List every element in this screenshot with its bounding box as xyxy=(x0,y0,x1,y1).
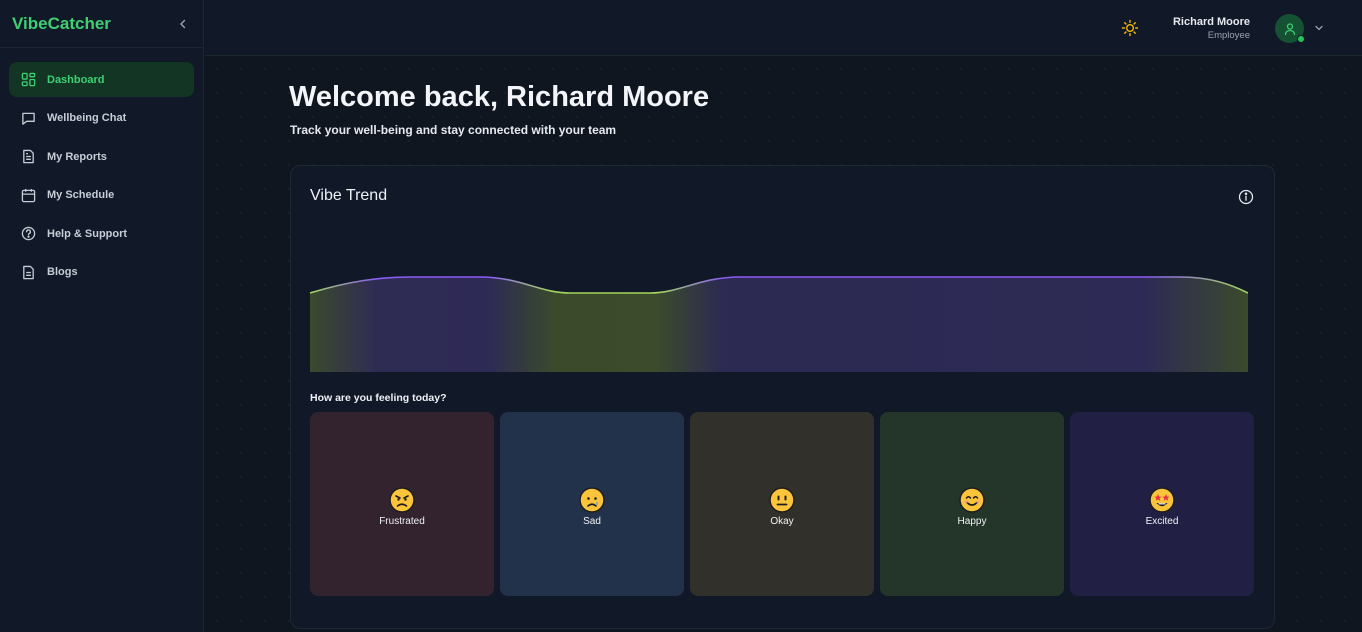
user-info[interactable]: Richard Moore Employee xyxy=(1173,16,1250,41)
dashboard-icon xyxy=(21,72,36,87)
brand-bar: VibeCatcher xyxy=(0,0,203,48)
star-struck-face-icon xyxy=(1149,486,1175,513)
frustrated-face-icon xyxy=(389,486,415,513)
mood-question: How are you feeling today? xyxy=(310,392,447,404)
sidebar-item-label: My Schedule xyxy=(47,189,115,201)
report-icon xyxy=(23,149,34,164)
sidebar-item-label: Wellbeing Chat xyxy=(47,112,127,124)
sidebar-item-label: Blogs xyxy=(47,266,78,278)
blog-icon xyxy=(23,265,34,279)
top-header: Richard Moore Employee xyxy=(205,0,1362,56)
mood-label: Excited xyxy=(1145,515,1179,527)
sidebar-item-help-support[interactable]: Help & Support xyxy=(9,216,194,251)
sidebar-item-my-reports[interactable]: My Reports xyxy=(9,139,194,174)
sidebar-item-blogs[interactable]: Blogs xyxy=(9,255,194,290)
vibe-trend-title: Vibe Trend xyxy=(310,187,388,204)
calendar-icon xyxy=(21,188,36,202)
sun-icon[interactable] xyxy=(1121,19,1139,37)
user-role: Employee xyxy=(1207,30,1250,41)
mood-label: Okay xyxy=(770,515,794,527)
page-subtitle: Track your well-being and stay connected… xyxy=(290,123,617,137)
mood-happy-button[interactable]: Happy xyxy=(880,412,1064,596)
sidebar-item-wellbeing-chat[interactable]: Wellbeing Chat xyxy=(9,101,194,136)
page-title: Welcome back, Richard Moore xyxy=(289,81,710,113)
sad-face-icon xyxy=(579,486,605,513)
help-icon xyxy=(21,226,36,241)
mood-label: Happy xyxy=(957,515,987,527)
sidebar-item-label: Dashboard xyxy=(47,73,105,86)
chevron-down-icon[interactable] xyxy=(1313,22,1325,34)
chat-icon xyxy=(22,112,35,125)
neutral-face-icon xyxy=(769,486,795,513)
sidebar-item-label: Help & Support xyxy=(47,227,128,240)
sidebar: VibeCatcher Dashboard Wellbeing Chat My … xyxy=(0,0,204,632)
mood-label: Sad xyxy=(583,515,601,527)
info-icon[interactable] xyxy=(1238,189,1254,205)
sidebar-item-my-schedule[interactable]: My Schedule xyxy=(9,178,194,213)
mood-sad-button[interactable]: Sad xyxy=(500,412,684,596)
avatar[interactable] xyxy=(1275,14,1305,43)
chevron-left-icon xyxy=(180,19,186,28)
user-name: Richard Moore xyxy=(1172,16,1250,28)
sidebar-item-label: My Reports xyxy=(47,150,107,163)
mood-excited-button[interactable]: Excited xyxy=(1070,412,1254,596)
trend-area xyxy=(310,277,1248,372)
main-content: Welcome back, Richard Moore Track your w… xyxy=(205,57,1362,632)
user-icon xyxy=(1284,22,1295,35)
vibe-trend-chart xyxy=(310,276,1248,372)
happy-face-icon xyxy=(959,486,985,513)
sidebar-item-dashboard[interactable]: Dashboard xyxy=(9,62,194,97)
collapse-sidebar-button[interactable] xyxy=(175,16,191,32)
mood-frustrated-button[interactable]: Frustrated xyxy=(310,412,494,596)
mood-okay-button[interactable]: Okay xyxy=(690,412,874,596)
online-status-dot xyxy=(1297,35,1305,43)
sidebar-nav: Dashboard Wellbeing Chat My Reports My S… xyxy=(0,48,203,290)
vibe-trend-card: Vibe Trend How are you feeling today? Fr… xyxy=(290,165,1275,629)
mood-label: Frustrated xyxy=(379,515,425,527)
app-logo: VibeCatcher xyxy=(12,13,111,33)
mood-options: Frustrated Sad Okay Happy Excited xyxy=(310,412,1254,596)
